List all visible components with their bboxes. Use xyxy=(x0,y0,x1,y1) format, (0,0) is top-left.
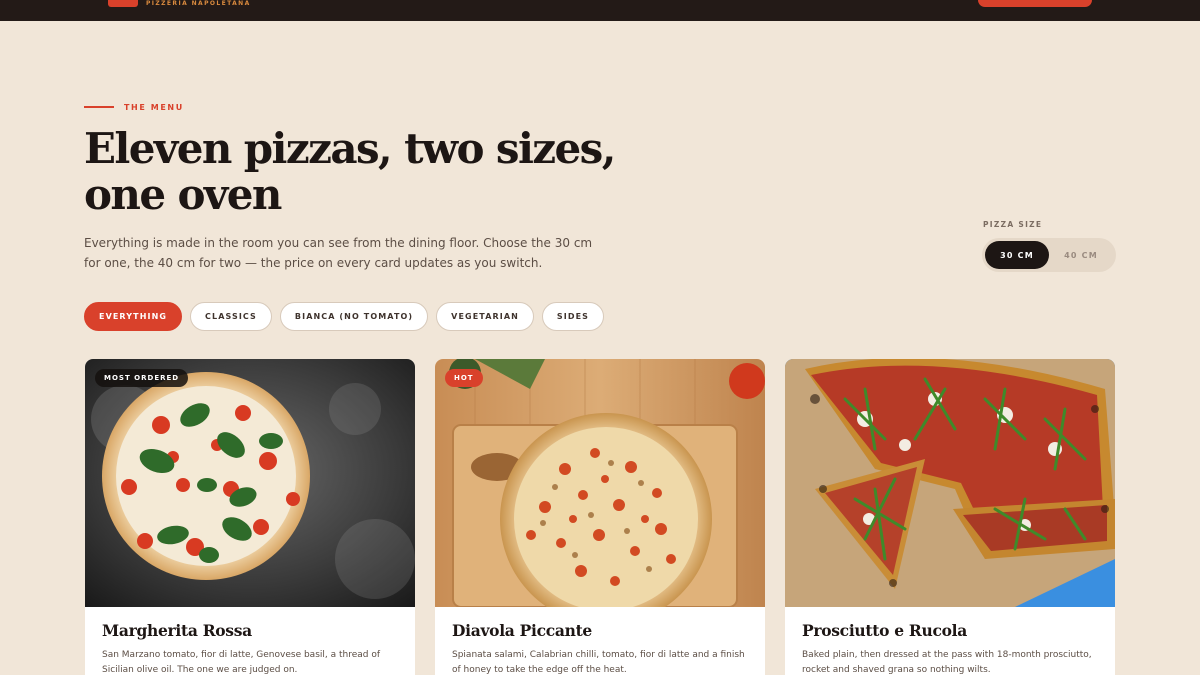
badge-most-ordered: MOST ORDERED xyxy=(95,369,189,387)
section-eyebrow: THE MENU xyxy=(84,101,184,113)
card-title: Prosciutto e Rucola xyxy=(802,621,967,640)
logo-subtitle: PIZZERIA NAPOLETANA xyxy=(146,0,251,7)
filter-classics[interactable]: CLASSICS xyxy=(190,302,272,331)
eyebrow-text: THE MENU xyxy=(124,102,184,112)
card-title: Diavola Piccante xyxy=(452,621,592,640)
top-nav-bar: PIZZERIA NAPOLETANA xyxy=(0,0,1200,21)
pizza-photo-prosciutto xyxy=(785,359,1115,607)
menu-card[interactable]: Prosciutto e Rucola Baked plain, then dr… xyxy=(785,359,1115,675)
filter-bianca[interactable]: BIANCA (NO TOMATO) xyxy=(279,302,429,331)
size-toggle-label: PIZZA SIZE xyxy=(983,220,1043,229)
card-description: San Marzano tomato, fior di latte, Genov… xyxy=(102,650,381,675)
filter-vegetarian[interactable]: VEGETARIAN xyxy=(436,302,534,331)
pizza-photo-diavola: HOT xyxy=(435,359,765,607)
size-option-30cm[interactable]: 30 CM xyxy=(985,241,1049,269)
card-title: Margherita Rossa xyxy=(102,621,252,640)
menu-card[interactable]: HOT Diavola Piccante Spianata salami, Ca… xyxy=(435,359,765,675)
logo-mark[interactable] xyxy=(108,0,138,7)
eyebrow-rule xyxy=(84,106,114,108)
menu-card[interactable]: MOST ORDERED Margherita Rossa San Marzan… xyxy=(85,359,415,675)
pizza-photo-margherita: MOST ORDERED xyxy=(85,359,415,607)
badge-hot: HOT xyxy=(445,369,483,387)
filter-chips: EVERYTHING CLASSICS BIANCA (NO TOMATO) V… xyxy=(84,302,605,331)
size-option-40cm[interactable]: 40 CM xyxy=(1049,241,1113,269)
card-description: Spianata salami, Calabrian chilli, tomat… xyxy=(452,650,745,675)
card-description: Baked plain, then dressed at the pass wi… xyxy=(802,650,1092,675)
nav-cta-button[interactable] xyxy=(978,0,1092,7)
size-toggle: 30 CM 40 CM xyxy=(982,238,1116,272)
filter-sides[interactable]: SIDES xyxy=(541,302,605,331)
filter-everything[interactable]: EVERYTHING xyxy=(84,302,183,331)
page-title: Eleven pizzas, two sizes, one oven xyxy=(84,124,616,219)
page-intro: Everything is made in the room you can s… xyxy=(84,236,593,270)
